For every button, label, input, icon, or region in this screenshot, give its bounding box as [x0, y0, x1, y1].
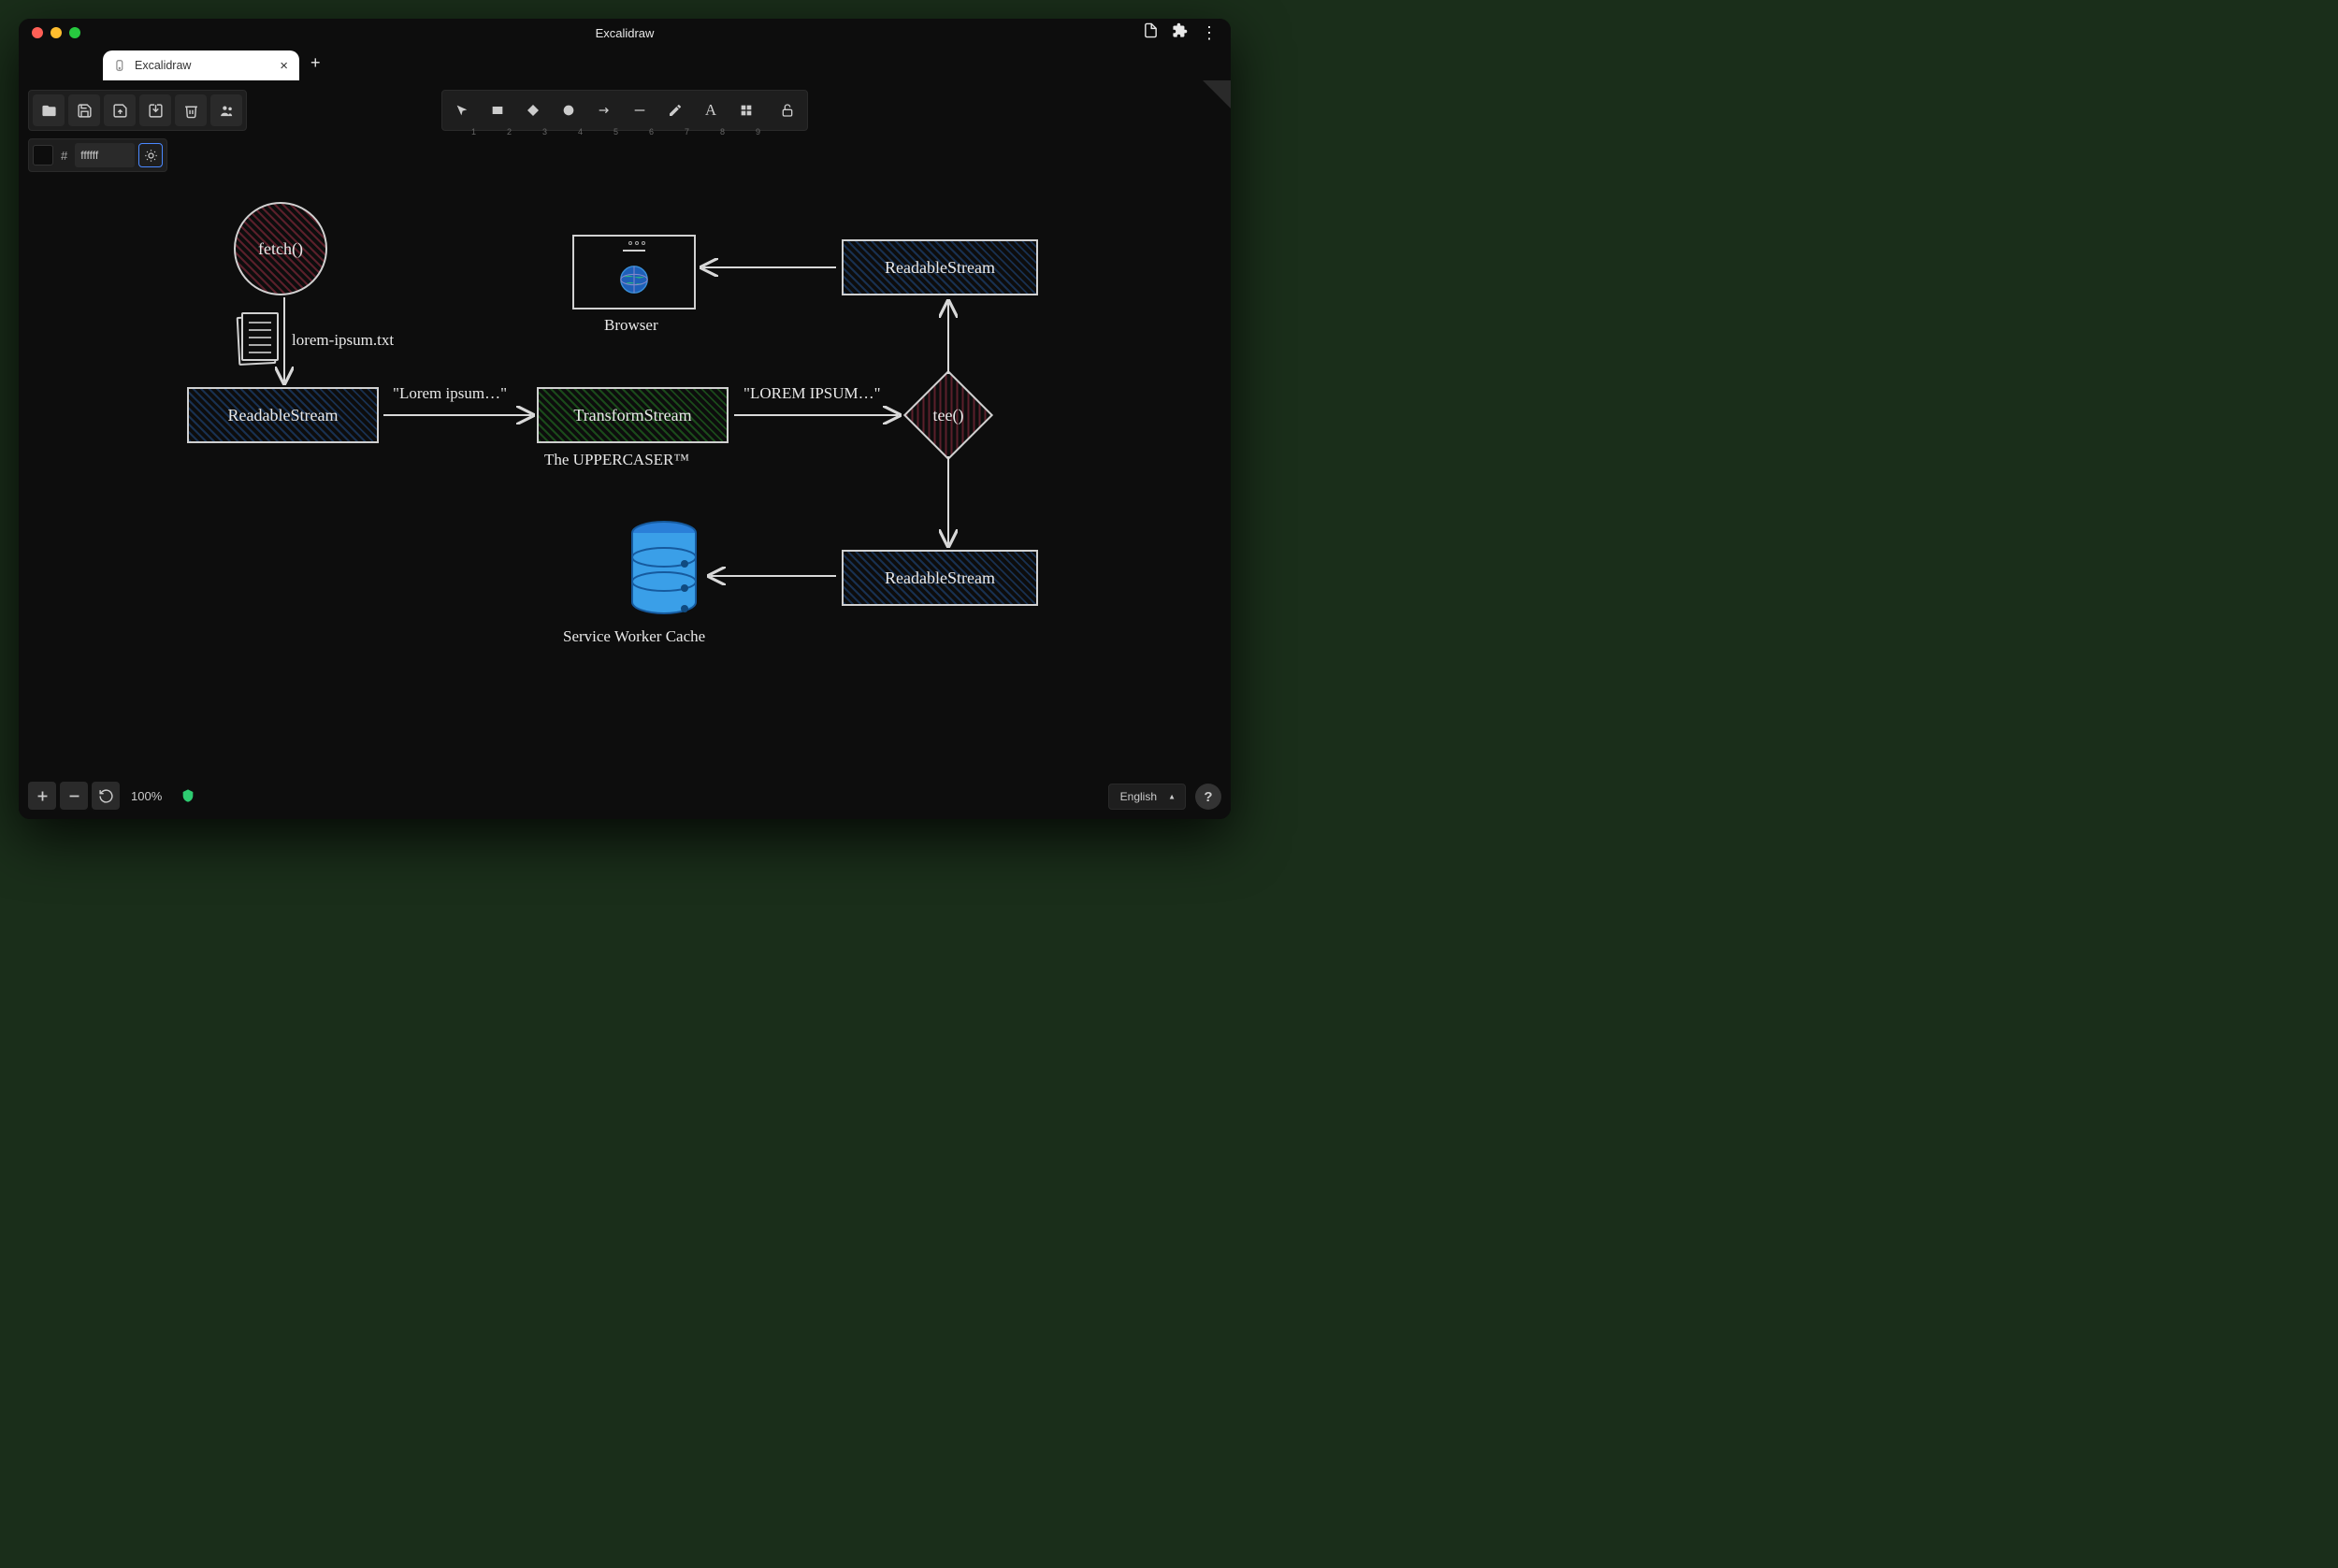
maximize-window-button[interactable]	[69, 27, 80, 38]
window-titlebar: Excalidraw ⋮	[19, 19, 1231, 47]
node-browser[interactable]	[572, 235, 696, 309]
draw-tool[interactable]: 7	[659, 94, 691, 126]
label-lorem-lower: "Lorem ipsum…"	[393, 384, 507, 403]
node-readablestream-3[interactable]: ReadableStream	[842, 550, 1038, 606]
clear-canvas-button[interactable]	[175, 94, 207, 126]
tab-favicon-icon	[114, 59, 127, 72]
browser-tabbar: Excalidraw × +	[19, 47, 1231, 80]
new-tab-button[interactable]: +	[310, 53, 321, 75]
close-window-button[interactable]	[32, 27, 43, 38]
diamond-tool[interactable]: 3	[517, 94, 549, 126]
background-color-input[interactable]	[75, 143, 135, 167]
zoom-out-button[interactable]	[60, 782, 88, 810]
footer-right: English ?	[1108, 784, 1221, 810]
node-readablestream-1[interactable]: ReadableStream	[187, 387, 379, 443]
save-as-button[interactable]	[104, 94, 136, 126]
shield-icon	[180, 788, 195, 803]
tab-close-button[interactable]: ×	[280, 58, 288, 74]
node-tee[interactable]: tee()	[903, 370, 993, 460]
export-button[interactable]	[139, 94, 171, 126]
collaborate-button[interactable]	[210, 94, 242, 126]
zoom-in-button[interactable]	[28, 782, 56, 810]
image-tool[interactable]: 9	[730, 94, 762, 126]
text-tool[interactable]: A 8	[695, 94, 727, 126]
app-window: Excalidraw ⋮ Excalidraw × +	[19, 19, 1231, 819]
zoom-reset-button[interactable]	[92, 782, 120, 810]
background-color-swatch[interactable]	[33, 145, 53, 165]
node-readablestream-2[interactable]: ReadableStream	[842, 239, 1038, 295]
minimize-window-button[interactable]	[51, 27, 62, 38]
shape-toolbar: 1 2 3 4 5	[441, 90, 808, 131]
file-icon-node[interactable]	[241, 312, 279, 361]
open-button[interactable]	[33, 94, 65, 126]
dark-mode-toggle[interactable]	[138, 143, 163, 167]
line-tool[interactable]: 6	[624, 94, 656, 126]
traffic-lights	[32, 27, 80, 38]
extension-icon[interactable]	[1172, 22, 1188, 43]
node-service-worker-cache[interactable]	[627, 520, 701, 627]
excalidraw-app: # 1 2 3	[19, 80, 1231, 819]
label-cache: Service Worker Cache	[563, 627, 705, 646]
drawing-canvas[interactable]: fetch() lorem-ipsum.txt ReadableStream "…	[19, 80, 1231, 819]
main-menu-toolbar: #	[28, 90, 247, 172]
globe-icon	[618, 264, 650, 295]
zoom-controls: 100%	[28, 782, 195, 810]
corner-fold-icon[interactable]	[1203, 80, 1231, 108]
arrow-tool[interactable]: 5	[588, 94, 620, 126]
save-button[interactable]	[68, 94, 100, 126]
file-name-label: lorem-ipsum.txt	[292, 331, 394, 350]
lock-tool[interactable]	[772, 94, 803, 126]
more-menu-icon[interactable]: ⋮	[1201, 24, 1218, 41]
label-lorem-upper: "LOREM IPSUM…"	[743, 384, 881, 403]
node-fetch[interactable]: fetch()	[234, 202, 327, 295]
node-transformstream[interactable]: TransformStream	[537, 387, 729, 443]
language-select[interactable]: English	[1108, 784, 1186, 810]
diagram-arrows	[19, 80, 1231, 819]
rectangle-tool[interactable]: 2	[482, 94, 513, 126]
tab-title: Excalidraw	[135, 59, 191, 72]
help-button[interactable]: ?	[1195, 784, 1221, 810]
label-uppercaser: The UPPERCASER™	[544, 451, 689, 469]
hash-label: #	[57, 149, 71, 163]
file-icon[interactable]	[1143, 22, 1159, 43]
ellipse-tool[interactable]: 4	[553, 94, 584, 126]
selection-tool[interactable]: 1	[446, 94, 478, 126]
window-title: Excalidraw	[596, 26, 655, 40]
label-browser: Browser	[604, 316, 658, 335]
zoom-level[interactable]: 100%	[123, 789, 169, 803]
browser-tab[interactable]: Excalidraw ×	[103, 50, 299, 80]
